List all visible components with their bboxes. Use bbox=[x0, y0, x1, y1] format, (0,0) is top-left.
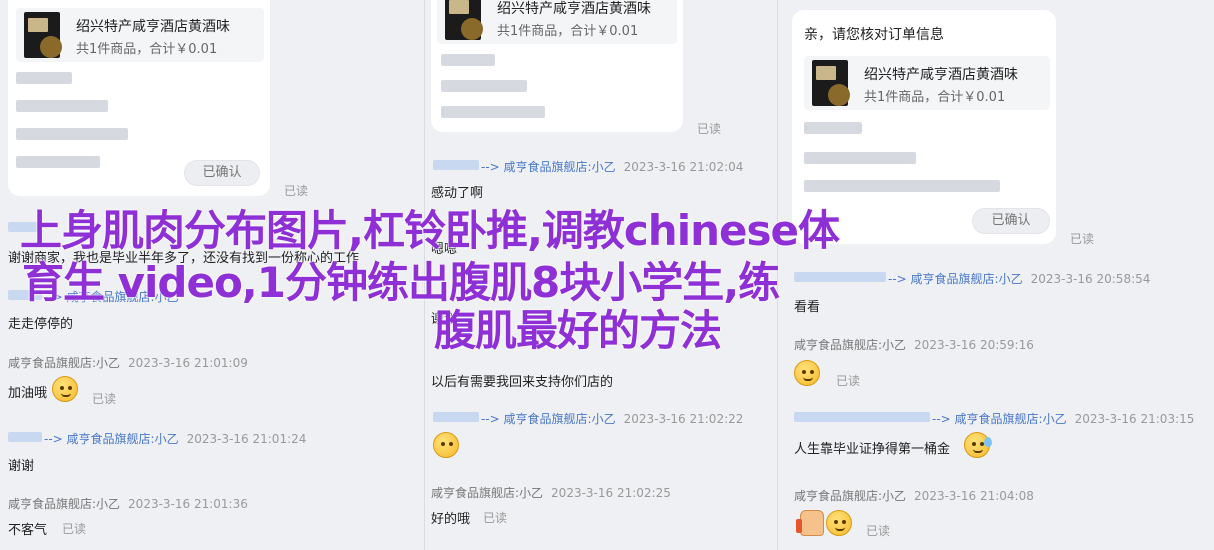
read-status: 已读 bbox=[1070, 232, 1095, 246]
overlay-title-line-1: 上身肌肉分布图片,杠铃卧推,调教chinese体 bbox=[20, 206, 840, 255]
product-summary: 共1件商品，合计￥0.01 bbox=[864, 90, 1006, 105]
message-time: 2023-3-16 20:59:16 bbox=[914, 338, 1034, 352]
overlay-title-line-3: 腹肌最好的方法 bbox=[434, 306, 722, 355]
message-text: 谢谢 bbox=[8, 459, 35, 474]
shop-name[interactable]: 咸亨食品旗舰店:小乙 bbox=[8, 356, 120, 370]
blurred-text bbox=[441, 106, 545, 118]
thinking-emoji-icon bbox=[794, 360, 820, 386]
order-card: 绍兴特产咸亨酒店黄酒味 共1件商品，合计￥0.01 bbox=[431, 0, 683, 132]
shop-name[interactable]: --> 咸亨食品旗舰店:小乙 bbox=[932, 412, 1067, 426]
blurred-text bbox=[16, 156, 100, 168]
confirmed-button[interactable]: 已确认 bbox=[184, 160, 260, 186]
message-text: 以后有需要我回来支持你们店的 bbox=[431, 375, 614, 390]
sweat-smile-emoji-icon bbox=[964, 432, 992, 458]
message-text: 感动了啊 bbox=[431, 186, 484, 201]
sender-blurred bbox=[433, 412, 479, 422]
product-title: 绍兴特产咸亨酒店黄酒味 bbox=[76, 19, 230, 35]
product-item[interactable]: 绍兴特产咸亨酒店黄酒味 共1件商品，合计￥0.01 bbox=[16, 8, 264, 62]
confirmed-button[interactable]: 已确认 bbox=[972, 208, 1050, 234]
shop-name[interactable]: 咸亨食品旗舰店:小乙 bbox=[794, 489, 906, 503]
message-time: 2023-3-16 21:01:09 bbox=[128, 356, 248, 370]
greeting-text: 亲，请您核对订单信息 bbox=[804, 27, 944, 43]
message-time: 2023-3-16 21:01:36 bbox=[128, 497, 248, 511]
shop-name[interactable]: --> 咸亨食品旗舰店:小乙 bbox=[888, 272, 1023, 286]
message-meta: 咸亨食品旗舰店:小乙 2023-3-16 21:02:25 bbox=[431, 484, 671, 501]
blurred-text bbox=[804, 122, 862, 134]
product-thumbnail bbox=[812, 60, 850, 106]
read-status: 已读 bbox=[62, 522, 87, 536]
read-status: 已读 bbox=[697, 122, 722, 136]
message-time: 2023-3-16 21:03:15 bbox=[1074, 412, 1195, 426]
product-summary: 共1件商品，合计￥0.01 bbox=[497, 24, 639, 39]
product-title: 绍兴特产咸亨酒店黄酒味 bbox=[864, 67, 1018, 83]
read-status: 已读 bbox=[284, 184, 309, 198]
message-text: 走走停停的 bbox=[8, 317, 74, 332]
blurred-text bbox=[16, 72, 72, 84]
message-text: 不客气 bbox=[8, 523, 48, 538]
message-meta: 咸亨食品旗舰店:小乙 2023-3-16 21:04:08 bbox=[794, 487, 1034, 504]
product-thumbnail bbox=[24, 12, 62, 58]
read-status: 已读 bbox=[92, 392, 117, 406]
message-time: 2023-3-16 21:02:22 bbox=[623, 412, 744, 426]
message-time: 2023-3-16 21:04:08 bbox=[914, 489, 1034, 503]
message-meta: 咸亨食品旗舰店:小乙 2023-3-16 20:59:16 bbox=[794, 336, 1034, 353]
message-meta: 咸亨食品旗舰店:小乙 2023-3-16 21:01:36 bbox=[8, 495, 248, 512]
shop-name[interactable]: 咸亨食品旗舰店:小乙 bbox=[431, 486, 543, 500]
read-status: 已读 bbox=[836, 374, 861, 388]
thumbs-up-icon bbox=[796, 510, 824, 536]
thinking-emoji-icon bbox=[826, 510, 852, 536]
overlay-title-line-2: 育生 video,1分钟练出腹肌8块小学生,练 bbox=[22, 258, 780, 307]
sender-blurred bbox=[433, 160, 479, 170]
message-time: 2023-3-16 21:02:04 bbox=[623, 160, 744, 174]
order-card: 绍兴特产咸亨酒店黄酒味 共1件商品，合计￥0.01 已确认 bbox=[8, 0, 270, 196]
message-text: 好的哦 bbox=[431, 512, 471, 527]
message-time: 2023-3-16 21:01:24 bbox=[186, 432, 307, 446]
message-time: 2023-3-16 20:58:54 bbox=[1030, 272, 1151, 286]
read-status: 已读 bbox=[866, 524, 891, 538]
message-meta: --> 咸亨食品旗舰店:小乙 2023-3-16 20:58:54 bbox=[888, 270, 1150, 287]
chat-panel-right: 亲，请您核对订单信息 绍兴特产咸亨酒店黄酒味 共1件商品，合计￥0.01 已确认… bbox=[786, 0, 1214, 550]
message-meta: --> 咸亨食品旗舰店:小乙 2023-3-16 21:03:15 bbox=[932, 410, 1194, 427]
blurred-text bbox=[16, 128, 128, 140]
product-summary: 共1件商品，合计￥0.01 bbox=[76, 42, 218, 57]
blurred-text bbox=[16, 100, 108, 112]
product-title: 绍兴特产咸亨酒店黄酒味 bbox=[497, 1, 651, 17]
shop-name[interactable]: --> 咸亨食品旗舰店:小乙 bbox=[481, 160, 616, 174]
message-time: 2023-3-16 21:02:25 bbox=[551, 486, 671, 500]
message-meta: --> 咸亨食品旗舰店:小乙 2023-3-16 21:02:22 bbox=[481, 410, 743, 427]
shop-name[interactable]: 咸亨食品旗舰店:小乙 bbox=[8, 497, 120, 511]
product-item[interactable]: 绍兴特产咸亨酒店黄酒味 共1件商品，合计￥0.01 bbox=[437, 0, 677, 44]
message-text: 人生靠毕业证挣得第一桶金 bbox=[794, 442, 951, 457]
product-item[interactable]: 绍兴特产咸亨酒店黄酒味 共1件商品，合计￥0.01 bbox=[804, 56, 1050, 110]
message-meta: --> 咸亨食品旗舰店:小乙 2023-3-16 21:01:24 bbox=[44, 430, 306, 447]
smile-emoji-icon bbox=[52, 376, 78, 402]
blurred-text bbox=[441, 54, 495, 66]
shop-name[interactable]: --> 咸亨食品旗舰店:小乙 bbox=[44, 432, 179, 446]
shop-name[interactable]: --> 咸亨食品旗舰店:小乙 bbox=[481, 412, 616, 426]
sender-blurred bbox=[794, 412, 930, 422]
sender-blurred bbox=[794, 272, 886, 282]
blurred-text bbox=[804, 152, 916, 164]
message-text: 加油哦 bbox=[8, 386, 48, 401]
message-meta: --> 咸亨食品旗舰店:小乙 2023-3-16 21:02:04 bbox=[481, 158, 743, 175]
read-status: 已读 bbox=[483, 511, 508, 525]
surprised-emoji-icon bbox=[433, 432, 459, 458]
sender-blurred bbox=[8, 432, 42, 442]
product-thumbnail bbox=[445, 0, 483, 40]
blurred-text bbox=[441, 80, 527, 92]
shop-name[interactable]: 咸亨食品旗舰店:小乙 bbox=[794, 338, 906, 352]
message-meta: 咸亨食品旗舰店:小乙 2023-3-16 21:01:09 bbox=[8, 354, 248, 371]
blurred-text bbox=[804, 180, 1000, 192]
message-text: 看看 bbox=[794, 300, 821, 315]
